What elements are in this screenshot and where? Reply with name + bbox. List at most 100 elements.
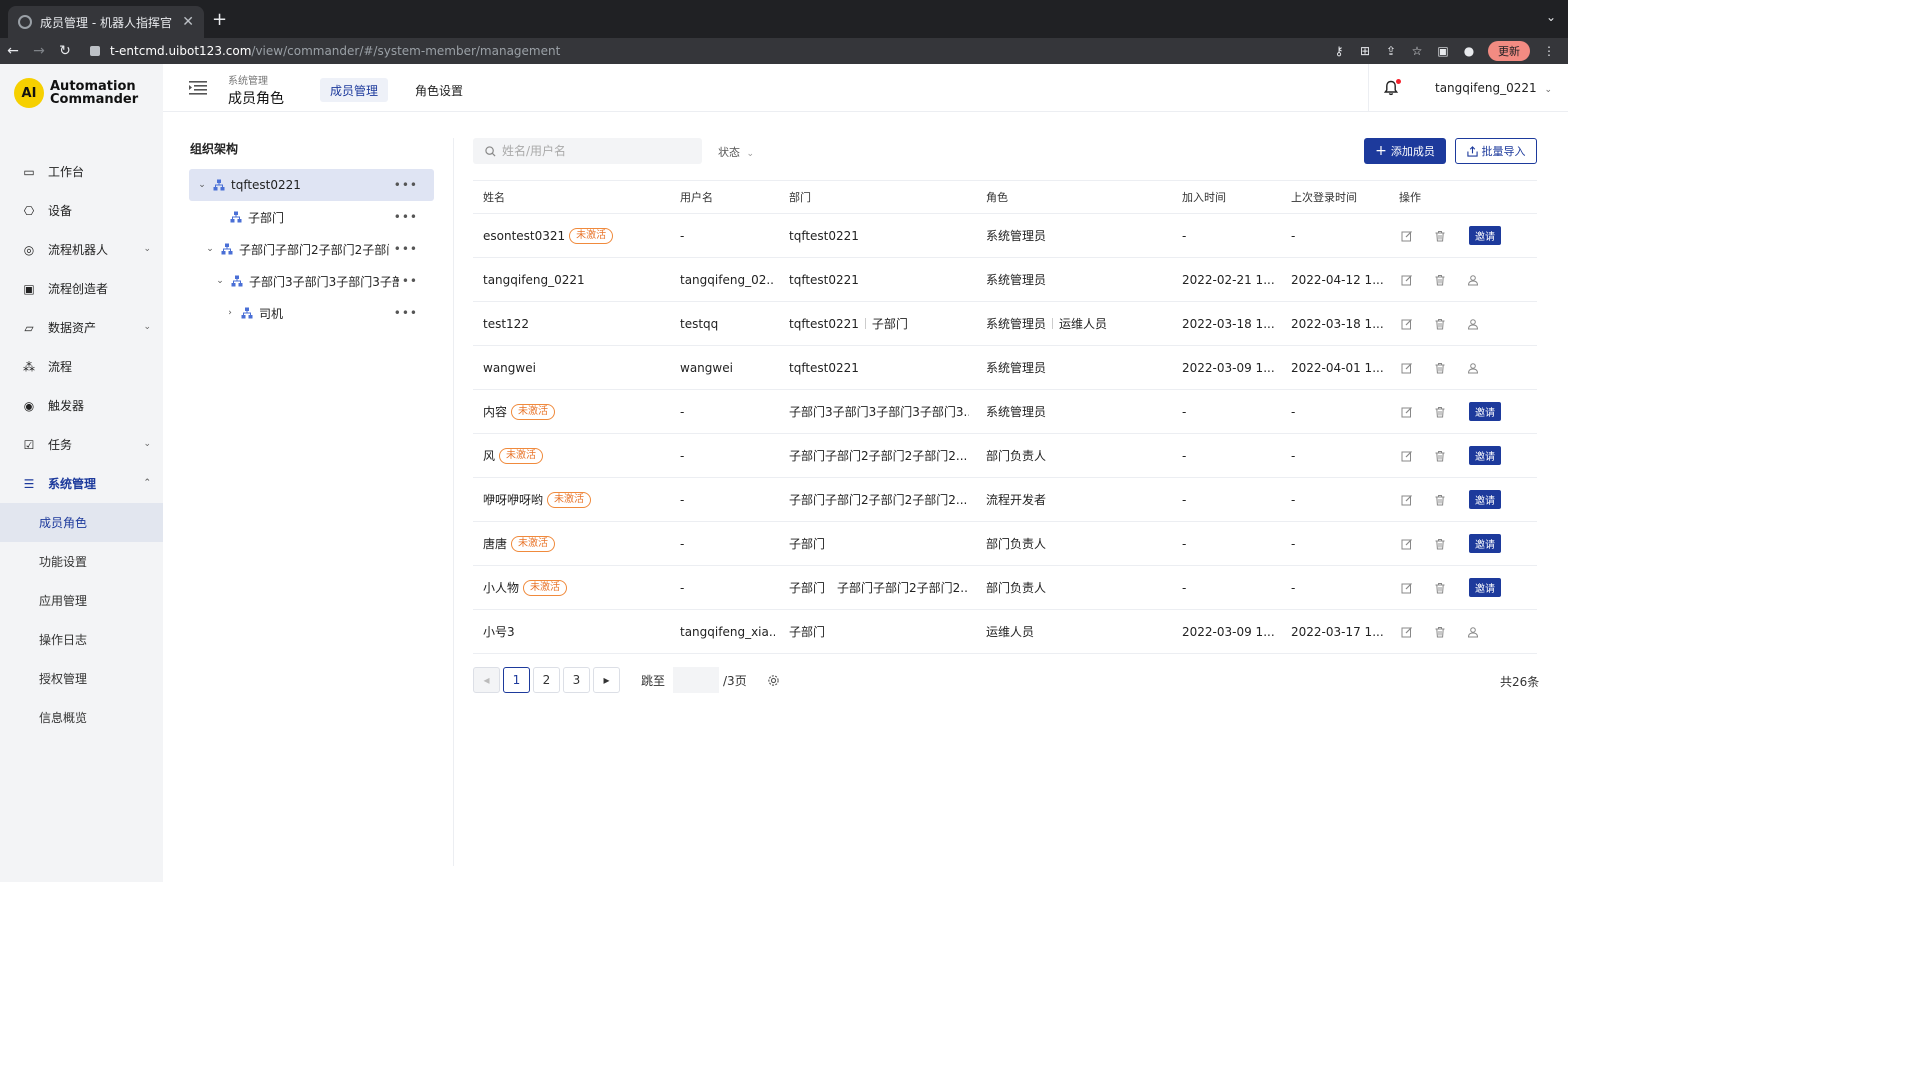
sidebar-item-3[interactable]: ▣ 流程创造者 [0,269,163,308]
prev-page-icon[interactable]: ◂ [473,667,500,693]
key-icon[interactable]: ⚷ [1332,44,1346,58]
edit-icon[interactable] [1401,494,1413,506]
breadcrumb-parent[interactable]: 系统管理 [228,72,268,87]
org-tree-node[interactable]: ⌄ tqftest0221 ••• [189,169,434,201]
tab-member-management[interactable]: 成员管理 [320,78,389,102]
caret-down-icon[interactable]: ⌄ [205,244,215,254]
delete-icon[interactable] [1434,406,1446,418]
browser-update-button[interactable]: 更新 [1488,41,1530,61]
edit-icon[interactable] [1401,406,1413,418]
sidebar-item-1[interactable]: ⎔ 设备 [0,191,163,230]
user-permission-icon[interactable] [1467,626,1479,638]
add-member-button[interactable]: + 添加成员 [1364,138,1446,164]
cell-role: 系统管理员 [986,390,1176,433]
browser-tab[interactable]: 成员管理 - 机器人指挥官 ✕ [8,6,204,38]
sidebar-item-5[interactable]: ⁂ 流程 [0,347,163,386]
url-field[interactable]: t-entcmd.uibot123.com /view/commander/#/… [90,41,1208,61]
org-tree-node[interactable]: 子部门 ••• [189,201,434,233]
user-permission-icon[interactable] [1467,362,1479,374]
sidebar-item-2[interactable]: ◎ 流程机器人 ⌄ [0,230,163,269]
cell-username: tangqifeng_xia... [680,624,775,639]
more-horizontal-icon[interactable]: ••• [394,274,418,288]
app-logo[interactable]: AI Automation Commander [14,78,138,108]
menu-collapse-icon[interactable] [189,80,207,96]
search-input[interactable] [502,144,682,158]
delete-icon[interactable] [1434,538,1446,550]
sidebar-subitem-2[interactable]: 应用管理 [0,581,163,620]
sidebar-item-4[interactable]: ▱ 数据资产 ⌄ [0,308,163,347]
delete-icon[interactable] [1434,626,1446,638]
sidebar-subitem-1[interactable]: 功能设置 [0,542,163,581]
batch-import-button[interactable]: 批量导入 [1455,138,1537,164]
delete-icon[interactable] [1434,274,1446,286]
edit-icon[interactable] [1401,450,1413,462]
page-2-button[interactable]: 2 [533,667,560,693]
edit-icon[interactable] [1401,538,1413,550]
profile-icon[interactable]: ● [1462,44,1476,58]
sidebar-item-8[interactable]: ☰ 系统管理 ⌃ [0,464,163,503]
jump-page-input[interactable] [673,667,720,693]
caret-right-icon[interactable]: › [225,308,235,318]
edit-icon[interactable] [1401,274,1413,286]
tab-list-chevron-icon[interactable]: ⌄ [1546,10,1556,24]
delete-icon[interactable] [1434,494,1446,506]
invite-button[interactable]: 邀请 [1469,534,1501,553]
org-tree-node[interactable]: ⌄ 子部门3子部门3子部门3子部门3••• [189,265,434,297]
notification-bell-icon[interactable] [1383,79,1401,96]
translate-icon[interactable]: ⊞ [1358,44,1372,58]
more-vert-icon[interactable]: ⋮ [1542,44,1556,58]
edit-icon[interactable] [1401,230,1413,242]
invite-button[interactable]: 邀请 [1469,226,1501,245]
sidebar-menu: ▭ 工作台 ⎔ 设备 ◎ 流程机器人 ⌄ ▣ 流程创造者 ▱ 数据资产 ⌄ ⁂ 流程 ◉ 触发器 ☑ 任务 ⌄ ☰ 系统… [0,152,163,737]
org-tree-node[interactable]: ⌄ 子部门子部门2子部门2子部门2子部门2 ••• [189,233,434,265]
cell-department: 子部门子部门2子部门2子部门2... [789,478,969,521]
delete-icon[interactable] [1434,450,1446,462]
edit-icon[interactable] [1401,362,1413,374]
invite-button[interactable]: 邀请 [1469,578,1501,597]
share-icon[interactable]: ⇪ [1384,44,1398,58]
sidebar-item-7[interactable]: ☑ 任务 ⌄ [0,425,163,464]
edit-icon[interactable] [1401,318,1413,330]
invite-button[interactable]: 邀请 [1469,446,1501,465]
tab-role-settings[interactable]: 角色设置 [405,78,473,102]
new-tab-plus-icon[interactable]: + [212,9,227,30]
reload-icon[interactable]: ↻ [52,43,78,59]
user-permission-icon[interactable] [1467,318,1479,330]
close-icon[interactable]: ✕ [182,14,194,30]
user-menu[interactable]: tangqifeng_0221 ⌄ [1435,81,1552,95]
org-node-icon [230,211,242,223]
search-box[interactable] [473,138,702,164]
forward-arrow-icon[interactable]: → [26,43,52,59]
page-3-button[interactable]: 3 [563,667,590,693]
more-horizontal-icon[interactable]: ••• [394,306,418,320]
delete-icon[interactable] [1434,318,1446,330]
gear-icon[interactable] [767,674,780,687]
more-horizontal-icon[interactable]: ••• [394,210,418,224]
sidebar-subitem-3[interactable]: 操作日志 [0,620,163,659]
sidebar-subitem-5[interactable]: 信息概览 [0,698,163,737]
star-icon[interactable]: ☆ [1410,44,1424,58]
org-tree-node[interactable]: › 司机 ••• [189,297,434,329]
page-1-button[interactable]: 1 [503,667,530,693]
more-horizontal-icon[interactable]: ••• [394,178,418,192]
caret-down-icon[interactable]: ⌄ [215,276,225,286]
status-filter[interactable]: 状态 ⌄ [718,144,754,160]
invite-button[interactable]: 邀请 [1469,402,1501,421]
delete-icon[interactable] [1434,582,1446,594]
next-page-icon[interactable]: ▸ [593,667,620,693]
sidebar-item-6[interactable]: ◉ 触发器 [0,386,163,425]
invite-button[interactable]: 邀请 [1469,490,1501,509]
sidebar-subitem-4[interactable]: 授权管理 [0,659,163,698]
delete-icon[interactable] [1434,230,1446,242]
back-arrow-icon[interactable]: ← [0,43,26,59]
edit-icon[interactable] [1401,582,1413,594]
more-horizontal-icon[interactable]: ••• [394,242,418,256]
user-permission-icon[interactable] [1467,274,1479,286]
add-member-label: 添加成员 [1390,145,1435,158]
edit-icon[interactable] [1401,626,1413,638]
sidebar-subitem-0[interactable]: 成员角色 [0,503,163,542]
delete-icon[interactable] [1434,362,1446,374]
caret-down-icon[interactable]: ⌄ [197,180,207,190]
sidebar-item-0[interactable]: ▭ 工作台 [0,152,163,191]
sidebar-toggle-icon[interactable]: ▣ [1436,44,1450,58]
